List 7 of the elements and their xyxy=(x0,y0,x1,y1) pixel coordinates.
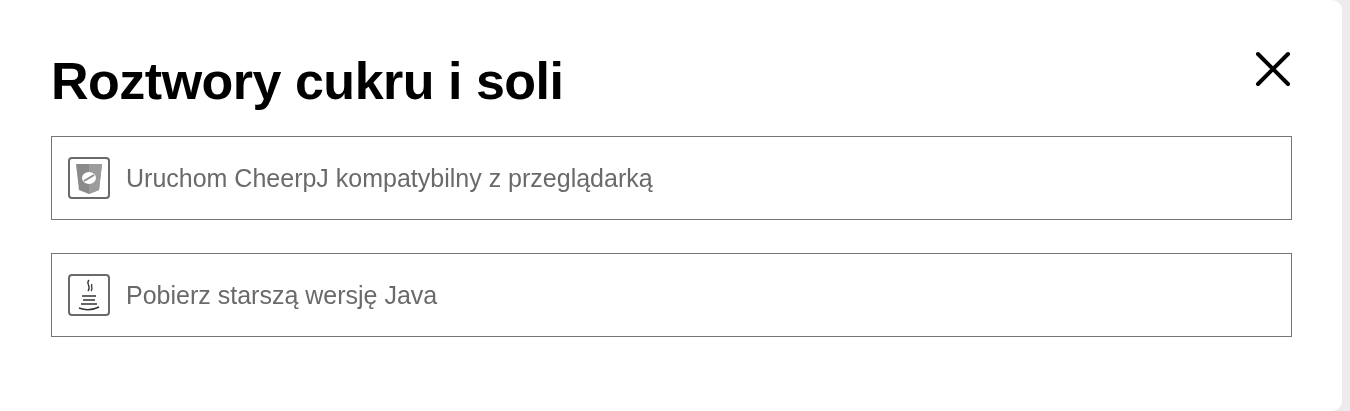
close-button[interactable] xyxy=(1254,50,1292,88)
option-link[interactable]: Pobierz starszą wersję Java xyxy=(51,253,1292,338)
close-icon xyxy=(1254,50,1292,88)
option-link[interactable]: Uruchom CheerpJ kompatybilny z przeglądarką xyxy=(51,136,1292,221)
shield-icon xyxy=(68,157,110,200)
dialog-title: Roztwory cukru i soli xyxy=(51,51,564,112)
coffee-cup-icon xyxy=(68,274,110,317)
